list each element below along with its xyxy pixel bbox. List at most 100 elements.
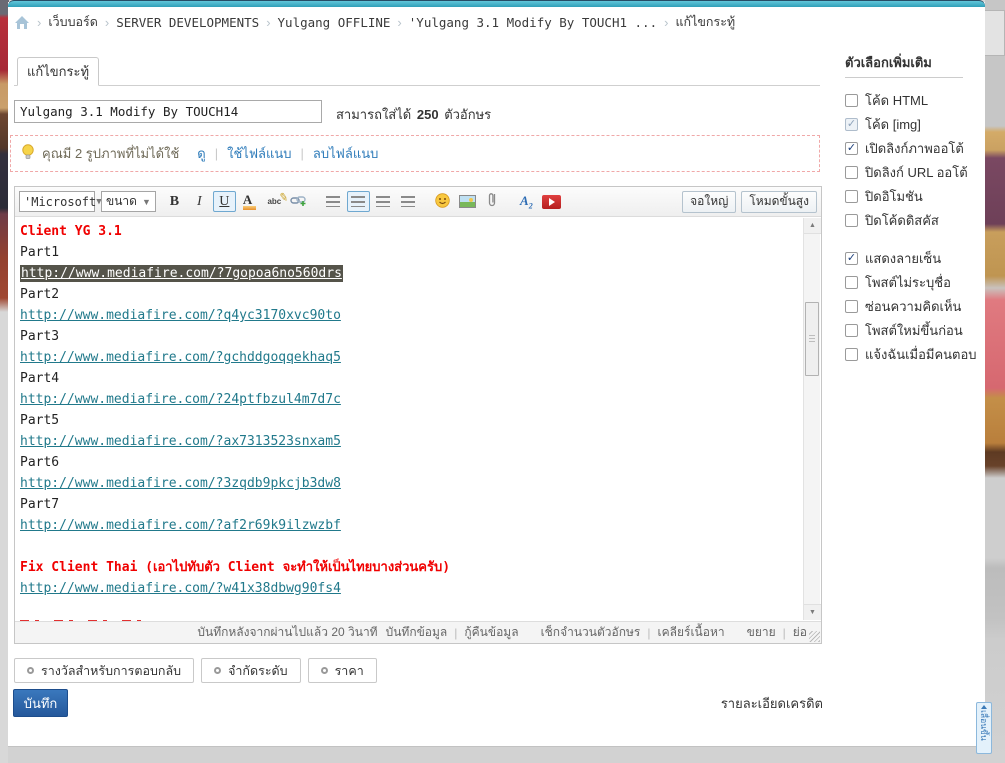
italic-button[interactable]: I: [188, 191, 211, 212]
download-link[interactable]: http://www.mediafire.com/?w41x38dbwg90fs…: [20, 581, 341, 596]
sidebar-option-row: โค้ด HTML: [845, 91, 928, 109]
insert-link-button[interactable]: [288, 191, 311, 212]
lightbulb-icon: [21, 144, 35, 163]
sidebar-option-row: ปิดลิงก์ URL ออโต้: [845, 163, 968, 181]
background-art-right: [985, 0, 1005, 763]
underline-button[interactable]: U: [212, 191, 236, 212]
text-color-button[interactable]: A: [238, 191, 261, 212]
checkbox[interactable]: ✓: [845, 251, 858, 265]
align-justify-button[interactable]: [397, 191, 420, 212]
font-size-select[interactable]: ขนาด ▼: [101, 191, 156, 212]
bottom-band: [8, 746, 985, 763]
checkbox[interactable]: [845, 275, 858, 289]
attachment-action-link[interactable]: ลบไฟล์แนบ: [313, 143, 378, 164]
checkbox[interactable]: [845, 299, 858, 313]
italic-icon: I: [197, 193, 202, 209]
tab-rule: [14, 85, 820, 86]
checkbox[interactable]: [845, 93, 858, 107]
editor-mode-button[interactable]: โหมดขั้นสูง: [741, 190, 817, 213]
statusbar-action[interactable]: ขยาย: [747, 623, 776, 642]
post-option-button[interactable]: ราคา: [307, 658, 377, 683]
checkbox[interactable]: ✓: [845, 117, 858, 131]
statusbar-action[interactable]: กู้คืนข้อมูล: [464, 623, 518, 642]
scroll-up-arrow-icon[interactable]: ▲: [804, 218, 821, 234]
image-icon: [458, 195, 476, 208]
editor-content[interactable]: Client YG 3.1 Part1 http://www.mediafire.c…: [15, 217, 821, 621]
download-link[interactable]: http://www.mediafire.com/?24ptfbzul4m7d7…: [20, 392, 341, 407]
download-link[interactable]: http://www.mediafire.com/?q4yc3170xvc90t…: [20, 308, 341, 323]
editor-line-text: Part4: [20, 371, 60, 386]
statusbar-action[interactable]: บันทึกข้อมูล: [386, 623, 448, 642]
checkbox-label: โค้ด [img]: [865, 116, 921, 132]
scrollbar-thumb[interactable]: [805, 302, 819, 376]
scroll-down-arrow-icon[interactable]: ▼: [804, 604, 821, 620]
checkbox[interactable]: ✓: [845, 141, 858, 155]
download-link-selected[interactable]: http://www.mediafire.com/?7gopoa6no560dr…: [20, 265, 343, 282]
attachment-action-link[interactable]: ใช้ไฟล์แนบ: [227, 143, 291, 164]
resize-grip[interactable]: [809, 631, 820, 642]
attachment-action-link[interactable]: ดู: [197, 143, 205, 164]
insert-video-button[interactable]: [540, 191, 563, 212]
scroll-top-tab[interactable]: เลื่อนขึ้น: [976, 702, 992, 754]
breadcrumb-item[interactable]: SERVER DEVELOPMENTS: [116, 15, 259, 30]
statusbar-action[interactable]: เช็กจำนวนตัวอักษร: [541, 623, 641, 642]
editor-line-link: http://www.mediafire.com/?gchddgoqqekhaq…: [20, 347, 799, 368]
editor-toolbar: 'Microsoft ▼ ขนาด ▼ B I U A abc ✎ A2 จอใ…: [15, 187, 821, 217]
breadcrumb-separator: ›: [664, 14, 669, 30]
checkbox-label: โพสต์ใหม่ขึ้นก่อน: [865, 322, 963, 338]
checkbox-label: ปิดโค้ดดิสคัส: [865, 212, 939, 228]
download-link[interactable]: http://www.mediafire.com/?ax7313523snxam…: [20, 434, 341, 449]
chevron-down-icon: ▼: [141, 196, 151, 207]
align-right-button[interactable]: [372, 191, 395, 212]
credit-details-link[interactable]: รายละเอียดเครดิต: [623, 693, 823, 714]
font-family-select[interactable]: 'Microsoft ▼: [19, 191, 102, 212]
statusbar-separator: |: [647, 625, 651, 640]
sidebar-option-row: ✓ แสดงลายเซ็น: [845, 249, 941, 267]
download-link[interactable]: http://www.mediafire.com/?3zqdb9pkcjb3dw…: [20, 476, 341, 491]
editor-line-link: http://www.mediafire.com/?ax7313523snxam…: [20, 431, 799, 452]
bold-button[interactable]: B: [163, 191, 186, 212]
sidebar-option-row: ✓ เปิดลิงก์ภาพออโต้: [845, 139, 964, 157]
breadcrumb-item[interactable]: เว็บบอร์ด: [48, 12, 98, 32]
post-option-button[interactable]: จำกัดระดับ: [201, 658, 301, 683]
emoticon-button[interactable]: [431, 191, 454, 212]
link-separator: |: [214, 146, 219, 161]
align-left-button[interactable]: [322, 191, 345, 212]
checkbox[interactable]: [845, 189, 858, 203]
editor-mode-button[interactable]: จอใหญ่: [682, 190, 737, 213]
breadcrumb-item[interactable]: 'Yulgang 3.1 Modify By TOUCH1 ...: [409, 15, 657, 30]
align-right-icon: [376, 196, 391, 207]
link-separator: |: [300, 146, 304, 161]
sidebar-option-row: โพสต์ไม่ระบุชื่อ: [845, 273, 951, 291]
editor-line-blank: [20, 599, 799, 620]
post-title-input[interactable]: [14, 100, 322, 123]
font-size-a2-button[interactable]: A2: [515, 191, 538, 212]
editor-scrollbar[interactable]: ▲ ▼: [803, 218, 821, 620]
attachment-notice: คุณมี 2 รูปภาพที่ไม่ได้ใช้ ดู | ใช้ไฟล์แนบ…: [10, 135, 820, 172]
checkbox[interactable]: [845, 347, 858, 361]
checkbox[interactable]: [845, 323, 858, 337]
edit-post-page: › เว็บบอร์ด › SERVER DEVELOPMENTS › Yulgang O…: [0, 0, 1005, 763]
checkbox[interactable]: [845, 213, 858, 227]
download-link[interactable]: http://www.mediafire.com/?af2r69k9ilzwzb…: [20, 518, 341, 533]
download-link[interactable]: http://www.mediafire.com/?gchddgoqqekhaq…: [20, 350, 341, 365]
paperclip-icon: [486, 192, 498, 211]
attach-file-button[interactable]: [481, 191, 504, 212]
checkbox[interactable]: [845, 165, 858, 179]
tab-edit-post[interactable]: แก้ไขกระทู้: [17, 57, 99, 86]
title-length-hint: สามารถใส่ได้ 250 ตัวอักษร: [336, 107, 492, 122]
breadcrumb-item[interactable]: แก้ไขกระทู้: [675, 12, 735, 32]
statusbar-action[interactable]: ย่อ: [793, 623, 807, 642]
sidebar-option-row: ปิดอิโมชัน: [845, 187, 923, 205]
breadcrumb-separator: ›: [397, 14, 402, 30]
breadcrumb-item[interactable]: Yulgang OFFLINE: [278, 15, 391, 30]
breadcrumb-separator: ›: [266, 14, 271, 30]
post-option-button[interactable]: รางวัลสำหรับการตอบกลับ: [14, 658, 195, 683]
radio-circle-icon: [320, 667, 328, 674]
insert-image-button[interactable]: [456, 191, 479, 212]
spellcheck-button[interactable]: abc ✎: [263, 191, 289, 212]
home-icon[interactable]: [14, 15, 30, 30]
save-button[interactable]: บันทึก: [13, 689, 68, 717]
statusbar-action[interactable]: เคลียร์เนื้อหา: [657, 623, 724, 642]
align-center-button[interactable]: [346, 191, 370, 212]
